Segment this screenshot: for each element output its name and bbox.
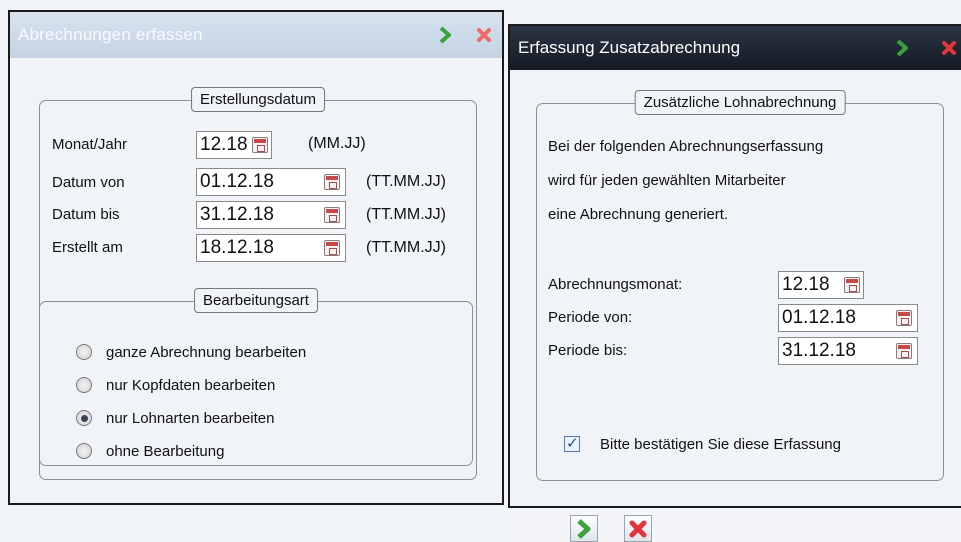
ok-check-icon <box>577 518 591 539</box>
format-tt-mm-jj: (TT.MM.JJ) <box>366 206 446 223</box>
description-line: eine Abrechnung generiert. <box>548 206 729 223</box>
ok-check-icon[interactable] <box>438 26 454 44</box>
confirm-checkbox-row[interactable]: Bitte bestätigen Sie diese Erfassung <box>564 431 841 457</box>
bottom-action-bar <box>512 512 961 542</box>
radio-label: ohne Bearbeitung <box>106 442 225 460</box>
format-tt-mm-jj: (TT.MM.JJ) <box>366 173 446 190</box>
format-tt-mm-jj: (TT.MM.JJ) <box>366 239 446 256</box>
periode-bis-input[interactable]: 31.12.18 <box>778 337 918 365</box>
radio-button[interactable] <box>76 443 92 459</box>
description-line: wird für jeden gewählten Mitarbeiter <box>548 172 786 189</box>
radio-label: nur Lohnarten bearbeiten <box>106 409 275 427</box>
dialog-title: Erfassung Zusatzabrechnung <box>518 38 741 57</box>
label-erstellt-am: Erstellt am <box>52 239 123 256</box>
group-title-erstellungsdatum: Erstellungsdatum <box>191 87 325 112</box>
dialog-erfassung-zusatzabrechnung: Erfassung Zusatzabrechnung Zusätzliche L… <box>508 24 961 508</box>
close-x-icon <box>629 520 647 537</box>
dialog-abrechnungen-erfassen: Abrechnungen erfassen Erstellungsdatum M… <box>8 10 504 505</box>
radio-button-selected[interactable] <box>76 410 92 426</box>
close-x-icon[interactable] <box>941 40 957 56</box>
label-datum-bis: Datum bis <box>52 206 120 223</box>
calendar-icon[interactable] <box>324 207 340 223</box>
description-line: Bei der folgenden Abrechnungserfassung <box>548 138 824 155</box>
ok-check-icon[interactable] <box>895 39 911 57</box>
label-periode-von: Periode von: <box>548 309 633 326</box>
dialog-title: Abrechnungen erfassen <box>18 25 203 44</box>
group-title-zusaetzliche-lohnabrechnung: Zusätzliche Lohnabrechnung <box>634 90 846 115</box>
label-periode-bis: Periode bis: <box>548 342 628 359</box>
titlebar: Abrechnungen erfassen <box>10 12 502 58</box>
close-x-icon[interactable] <box>476 27 492 43</box>
confirm-checkbox[interactable] <box>564 434 580 452</box>
radio-nur-lohnarten[interactable]: nur Lohnarten bearbeiten <box>76 406 274 430</box>
radio-label: nur Kopfdaten bearbeiten <box>106 376 276 394</box>
monat-jahr-input[interactable]: 12.18 <box>196 131 272 159</box>
radio-button[interactable] <box>76 344 92 360</box>
titlebar: Erfassung Zusatzabrechnung <box>510 26 961 70</box>
format-mm-jj: (MM.JJ) <box>308 135 366 152</box>
periode-von-input[interactable]: 01.12.18 <box>778 304 918 332</box>
label-abrechnungsmonat: Abrechnungsmonat: <box>548 276 683 293</box>
ok-button[interactable] <box>570 515 598 542</box>
calendar-icon[interactable] <box>896 310 912 326</box>
calendar-icon[interactable] <box>252 137 268 153</box>
radio-button[interactable] <box>76 377 92 393</box>
radio-ganze-abrechnung[interactable]: ganze Abrechnung bearbeiten <box>76 340 306 364</box>
group-title-bearbeitungsart: Bearbeitungsart <box>194 288 318 313</box>
radio-nur-kopfdaten[interactable]: nur Kopfdaten bearbeiten <box>76 373 275 397</box>
label-monat-jahr: Monat/Jahr <box>52 136 128 153</box>
calendar-icon[interactable] <box>324 174 340 190</box>
calendar-icon[interactable] <box>896 343 912 359</box>
abrechnungsmonat-input[interactable]: 12.18 <box>778 271 864 299</box>
confirm-label: Bitte bestätigen Sie diese Erfassung <box>600 435 841 453</box>
label-datum-von: Datum von <box>52 174 125 191</box>
datum-bis-input[interactable]: 31.12.18 <box>196 201 346 229</box>
calendar-icon[interactable] <box>844 277 860 293</box>
radio-label: ganze Abrechnung bearbeiten <box>106 343 307 361</box>
calendar-icon[interactable] <box>324 240 340 256</box>
erstellt-am-input[interactable]: 18.12.18 <box>196 234 346 262</box>
radio-ohne-bearbeitung[interactable]: ohne Bearbeitung <box>76 439 224 463</box>
datum-von-input[interactable]: 01.12.18 <box>196 168 346 196</box>
cancel-button[interactable] <box>624 515 652 542</box>
